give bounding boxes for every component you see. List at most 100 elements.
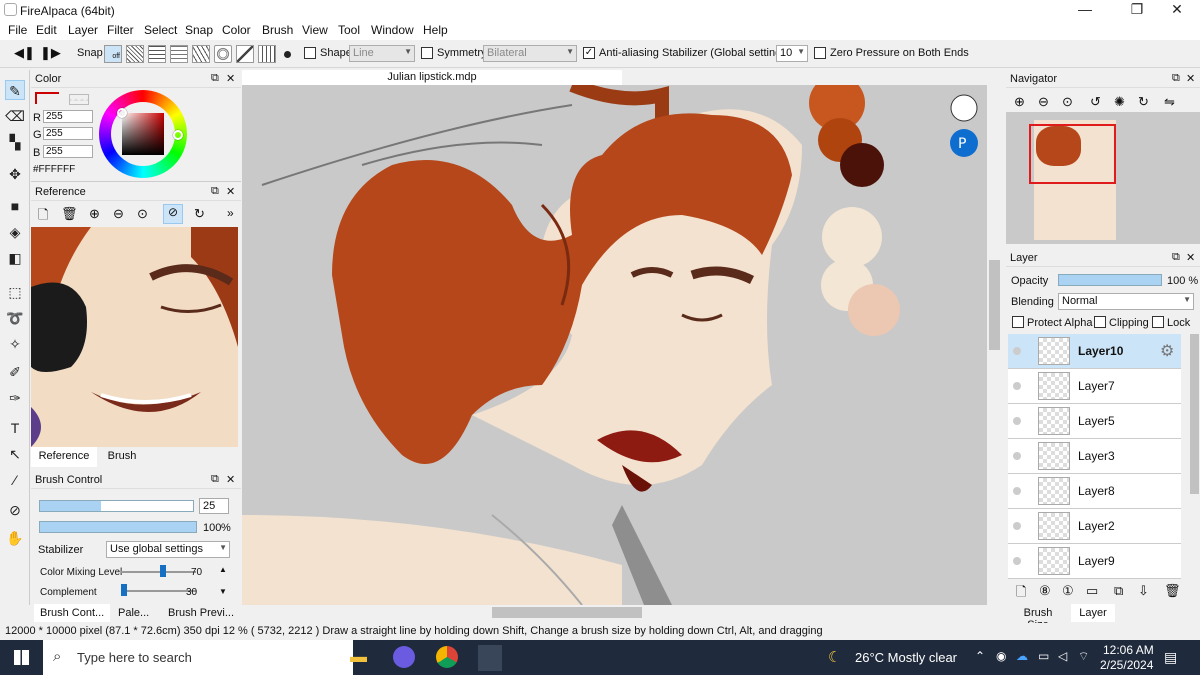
layer-row[interactable]: Layer7 — [1008, 369, 1181, 404]
menu-file[interactable]: File — [8, 23, 27, 37]
tab-palette[interactable]: Pale... — [112, 604, 155, 622]
new-reference-icon[interactable]: 🗋 — [38, 206, 48, 228]
menu-layer[interactable]: Layer — [68, 23, 98, 37]
zoom-out-icon[interactable]: ⊖ — [113, 206, 124, 222]
shape-select[interactable]: Line ▼ — [349, 45, 415, 62]
divide-tool-icon[interactable]: ⁄ — [5, 470, 25, 490]
layer-visibility-icon[interactable] — [1013, 347, 1021, 355]
rotate-left-icon[interactable]: ↺ — [1090, 94, 1101, 110]
zero-pressure-checkbox[interactable] — [814, 47, 826, 59]
snap-curve-icon[interactable] — [236, 45, 254, 63]
r-input[interactable]: 255 — [43, 110, 93, 123]
new-folder-icon[interactable]: ▭ — [1086, 583, 1098, 599]
complement-slider[interactable] — [121, 590, 196, 592]
panel-collapse-left-icon[interactable]: ◀❚ — [14, 45, 35, 61]
vertical-scroll-thumb[interactable] — [989, 260, 1000, 350]
file-explorer-icon[interactable]: ▬ — [350, 647, 367, 667]
magic-wand-tool-icon[interactable]: ✧ — [5, 334, 25, 354]
layer-visibility-icon[interactable] — [1013, 487, 1021, 495]
text-tool-icon[interactable]: T — [5, 418, 25, 438]
delete-layer-icon[interactable]: 🗑 — [1164, 583, 1181, 599]
tray-app-icon[interactable]: ◉ — [996, 649, 1006, 663]
menu-snap[interactable]: Snap — [185, 23, 213, 37]
eyedropper-icon[interactable]: ⊘ — [163, 204, 183, 224]
layer-opacity-slider[interactable] — [1058, 274, 1162, 286]
canvas-vertical-scrollbar[interactable] — [987, 85, 1002, 605]
windows-start-icon[interactable] — [14, 650, 29, 665]
snap-parallel-icon[interactable] — [126, 45, 144, 63]
merge-down-icon[interactable]: ⇩ — [1138, 583, 1149, 599]
tray-chevron-icon[interactable]: ⌃ — [975, 649, 985, 663]
panel-expand-right-icon[interactable]: ❚▶ — [40, 45, 61, 61]
layer-row[interactable]: Layer10 ⚙ — [1008, 334, 1181, 369]
snap-off-button[interactable]: off — [104, 45, 122, 63]
brush-size-input[interactable]: 25 — [199, 498, 229, 514]
snap-radial-icon[interactable] — [192, 45, 210, 63]
symmetry-select[interactable]: Bilateral ▼ — [483, 45, 577, 62]
panel-close-icon[interactable]: ✕ — [226, 72, 235, 85]
discord-icon[interactable] — [393, 646, 415, 668]
hue-picker-handle[interactable] — [173, 130, 183, 140]
tab-reference[interactable]: Reference — [31, 447, 97, 467]
zoom-in-icon[interactable]: ⊕ — [89, 206, 100, 222]
canvas-horizontal-scrollbar[interactable] — [242, 605, 987, 620]
dot-tool-icon[interactable]: ▚ — [5, 132, 25, 152]
volume-icon[interactable]: ◁ — [1058, 649, 1067, 663]
layer-visibility-icon[interactable] — [1013, 452, 1021, 460]
move-tool-icon[interactable]: ✥ — [5, 164, 25, 184]
zoom-fit-icon[interactable]: ⊙ — [137, 206, 148, 222]
symmetry-checkbox[interactable] — [421, 47, 433, 59]
layer-settings-gear-icon[interactable]: ⚙ — [1160, 341, 1174, 361]
close-button[interactable]: ✕ — [1154, 0, 1200, 20]
panel-close-icon[interactable]: ✕ — [226, 473, 235, 486]
layer-visibility-icon[interactable] — [1013, 382, 1021, 390]
snap-settings-dot-icon[interactable] — [284, 51, 291, 58]
select-eraser-tool-icon[interactable]: ✑ — [5, 388, 25, 408]
nav-zoom-out-icon[interactable]: ⊖ — [1038, 94, 1049, 110]
panel-float-icon[interactable]: ⧉ — [1172, 251, 1180, 264]
menu-filter[interactable]: Filter — [107, 23, 134, 37]
tab-layer[interactable]: Layer — [1071, 604, 1115, 622]
g-input[interactable]: 255 — [43, 127, 93, 140]
delete-reference-icon[interactable]: 🗑 — [61, 206, 78, 222]
new-1bit-layer-icon[interactable]: ① — [1062, 583, 1074, 599]
stabilizer-select[interactable]: 10 ▼ — [776, 45, 808, 62]
hue-wheel[interactable] — [99, 90, 187, 178]
nav-zoom-in-icon[interactable]: ⊕ — [1014, 94, 1025, 110]
tab-brush-preview[interactable]: Brush Previ... — [162, 604, 240, 622]
layer-row[interactable]: Layer2 — [1008, 509, 1181, 544]
color-mixing-handle[interactable] — [160, 565, 166, 577]
battery-icon[interactable]: ▭ — [1038, 649, 1049, 663]
rotate-icon[interactable]: ↻ — [194, 206, 205, 222]
layer-visibility-icon[interactable] — [1013, 417, 1021, 425]
secondary-color-swatch[interactable] — [69, 94, 89, 105]
panel-close-icon[interactable]: ✕ — [1186, 72, 1195, 85]
network-icon[interactable]: ⌔ — [1078, 649, 1089, 664]
bucket-tool-icon[interactable]: ◈ — [5, 222, 25, 242]
layer-visibility-icon[interactable] — [1013, 557, 1021, 565]
brush-opacity-slider[interactable] — [39, 521, 197, 533]
new-layer-icon[interactable]: 🗋 — [1016, 583, 1026, 605]
menu-color[interactable]: Color — [222, 23, 251, 37]
layer-row[interactable]: Layer3 — [1008, 439, 1181, 474]
layer-row[interactable]: Layer8 — [1008, 474, 1181, 509]
menu-brush[interactable]: Brush — [262, 23, 293, 37]
antialias-checkbox[interactable]: ✓ — [583, 47, 595, 59]
hand-tool-icon[interactable]: ✋ — [5, 528, 25, 548]
eyedropper-tool-icon[interactable]: ⊘ — [5, 500, 25, 520]
clock-date[interactable]: 2/25/2024 — [1100, 658, 1153, 672]
blending-select[interactable]: Normal ▼ — [1058, 293, 1194, 310]
panel-float-icon[interactable]: ⧉ — [211, 473, 219, 486]
tab-brush-control[interactable]: Brush Cont... — [34, 604, 111, 622]
layer-visibility-icon[interactable] — [1013, 522, 1021, 530]
color-mixing-slider[interactable] — [121, 571, 196, 573]
onedrive-icon[interactable]: ☁ — [1016, 649, 1028, 663]
primary-color-swatch[interactable] — [35, 92, 59, 104]
snap-3d-icon[interactable] — [258, 45, 276, 63]
more-tools-icon[interactable]: » — [227, 206, 234, 220]
scroll-down-icon[interactable]: ▼ — [219, 587, 227, 596]
panel-close-icon[interactable]: ✕ — [226, 185, 235, 198]
nav-zoom-fit-icon[interactable]: ⊙ — [1062, 94, 1073, 110]
tab-brush[interactable]: Brush — [97, 447, 147, 467]
panel-float-icon[interactable]: ⧉ — [211, 72, 219, 85]
